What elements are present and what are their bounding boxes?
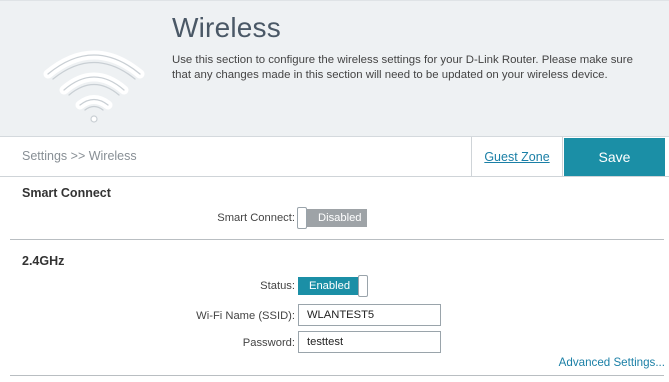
smart-connect-toggle[interactable]: Disabled bbox=[297, 207, 367, 229]
settings-toolbar: Settings >> Wireless Guest Zone Save bbox=[0, 137, 669, 177]
save-button[interactable]: Save bbox=[564, 138, 665, 176]
smart-connect-section-title: Smart Connect bbox=[22, 186, 111, 200]
page-header-banner: Wireless Use this section to configure t… bbox=[0, 0, 669, 137]
password-input[interactable]: testtest bbox=[298, 331, 441, 353]
section-divider bbox=[10, 375, 664, 376]
ssid-label: Wi-Fi Name (SSID): bbox=[196, 310, 295, 322]
page-title: Wireless bbox=[172, 12, 281, 43]
section-divider bbox=[10, 239, 664, 240]
status-toggle[interactable]: Enabled bbox=[298, 275, 368, 297]
breadcrumb: Settings >> Wireless bbox=[22, 149, 137, 163]
page-description: Use this section to configure the wirele… bbox=[172, 54, 633, 81]
ssid-input[interactable]: WLANTEST5 bbox=[298, 304, 441, 326]
password-label: Password: bbox=[242, 337, 295, 349]
status-toggle-state: Enabled bbox=[298, 277, 358, 295]
smart-connect-label: Smart Connect: bbox=[217, 212, 295, 224]
wifi-icon bbox=[43, 50, 145, 123]
guest-zone-link[interactable]: Guest Zone bbox=[471, 137, 563, 176]
band-24ghz-section-title: 2.4GHz bbox=[22, 254, 65, 268]
toggle-knob bbox=[358, 275, 368, 297]
toggle-knob bbox=[297, 207, 307, 229]
status-label: Status: bbox=[260, 280, 295, 292]
advanced-settings-link[interactable]: Advanced Settings... bbox=[559, 356, 665, 369]
smart-connect-toggle-state: Disabled bbox=[307, 209, 367, 227]
